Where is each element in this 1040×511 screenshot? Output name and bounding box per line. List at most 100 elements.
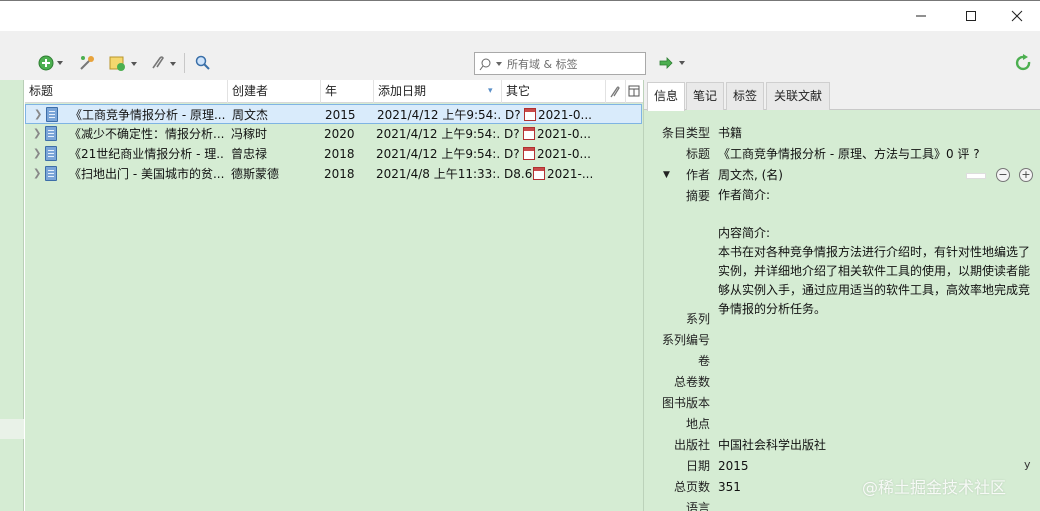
field-value[interactable]: 351 xyxy=(718,477,741,498)
field-edition[interactable]: 图书版本 xyxy=(644,393,1040,414)
row-title: 《工商竞争情报分析 - 原理... xyxy=(70,108,225,122)
column-attachments[interactable] xyxy=(606,80,626,103)
field-value[interactable]: 周文杰, (名) xyxy=(718,165,783,186)
field-place[interactable]: 地点 xyxy=(644,414,1040,435)
abstract-line: 内容简介: xyxy=(718,226,771,240)
field-author: ▼ 作者 周文杰, (名) − + xyxy=(644,165,1040,186)
column-picker-button[interactable] xyxy=(626,80,643,103)
date-format-indicator: y xyxy=(1024,458,1031,471)
field-label: 系列 xyxy=(685,312,710,326)
row-extra-date-text: 2021-0... xyxy=(538,108,592,122)
minimize-icon xyxy=(916,15,926,17)
field-label: 摘要 xyxy=(685,189,710,203)
row-creator: 周文杰 xyxy=(232,108,269,122)
add-by-identifier-icon xyxy=(80,56,94,70)
row-year: 2018 xyxy=(324,167,355,181)
field-value[interactable]: 《工商竞争情报分析 - 原理、方法与工具》0 评 ? xyxy=(718,144,980,165)
add-author-button[interactable]: + xyxy=(1019,168,1033,182)
new-item-icon xyxy=(38,55,63,71)
row-extra-prefix: D8.6 xyxy=(504,167,532,181)
field-label: 标题 xyxy=(685,147,710,161)
field-series[interactable]: 系列 xyxy=(644,309,1040,330)
book-icon xyxy=(45,126,57,141)
field-label: 总卷数 xyxy=(673,375,710,389)
locate-button[interactable] xyxy=(658,53,688,73)
collection-pane[interactable] xyxy=(0,80,24,511)
add-by-identifier-button[interactable] xyxy=(78,53,96,73)
new-note-button[interactable] xyxy=(108,53,138,73)
new-item-button[interactable] xyxy=(38,53,64,73)
field-label: 出版社 xyxy=(673,438,710,452)
field-label: 地点 xyxy=(685,417,710,431)
column-creator[interactable]: 创建者 xyxy=(228,80,321,103)
row-extra-prefix: D? xyxy=(504,147,520,161)
arrow-right-icon xyxy=(659,57,685,69)
book-icon xyxy=(45,166,57,181)
close-button[interactable] xyxy=(994,1,1040,31)
column-date-added-label: 添加日期 xyxy=(378,84,427,98)
watermark: @稀土掘金技术社区 xyxy=(862,478,1007,497)
column-title[interactable]: 标题 xyxy=(25,80,228,103)
author-mode-toggle[interactable] xyxy=(966,173,986,179)
expand-twisty-icon[interactable]: ❯ xyxy=(33,148,41,159)
field-value[interactable]: 2015 xyxy=(718,456,749,477)
field-label: 条目类型 xyxy=(661,126,710,140)
tab-info[interactable]: 信息 xyxy=(647,82,685,111)
close-icon xyxy=(1011,10,1023,22)
tab-tags[interactable]: 标签 xyxy=(726,82,764,110)
table-row[interactable]: ❯ 《减少不确定性：情报分析... 冯稼时 2020 2021/4/12 上午9… xyxy=(25,124,642,144)
search-input[interactable]: 所有域 & 标签 xyxy=(474,52,646,75)
column-extra[interactable]: 其它 xyxy=(502,80,606,103)
expand-twisty-icon[interactable]: ❯ xyxy=(33,128,41,139)
field-num-volumes[interactable]: 总卷数 xyxy=(644,372,1040,393)
field-title: 标题 《工商竞争情报分析 - 原理、方法与工具》0 评 ? xyxy=(644,144,1040,165)
expand-twisty-icon[interactable]: ❯ xyxy=(33,168,41,179)
collection-selected-row[interactable] xyxy=(0,419,24,439)
row-extra-prefix: D? xyxy=(504,127,520,141)
field-language[interactable]: 语言 xyxy=(644,498,1040,511)
row-extra-date: 2021-0... xyxy=(524,105,606,125)
abstract-text[interactable]: 作者简介: 内容简介: 本书在对各种竞争情报方法进行介绍时，有针对性地编选了实例… xyxy=(718,186,1034,319)
field-publisher: 出版社 中国社会科学出版社 xyxy=(644,435,1040,456)
column-year[interactable]: 年 xyxy=(321,80,374,103)
row-extra-date-text: 2021-0... xyxy=(537,147,591,161)
search-placeholder: 所有域 & 标签 xyxy=(507,57,578,71)
table-row[interactable]: ❯ 《工商竞争情报分析 - 原理... 周文杰 2015 2021/4/12 上… xyxy=(25,104,642,124)
column-picker-icon xyxy=(628,85,640,97)
expand-twisty-icon[interactable]: ❯ xyxy=(34,109,42,120)
field-volume[interactable]: 卷 xyxy=(644,351,1040,372)
row-year: 2015 xyxy=(325,108,356,122)
row-extra-date: 2021-0... xyxy=(523,124,605,144)
attachment-button[interactable] xyxy=(148,53,178,73)
tab-notes[interactable]: 笔记 xyxy=(686,82,724,110)
row-extra-date-text: 2021-0... xyxy=(537,127,591,141)
row-title: 《21世纪商业情报分析 - 理... xyxy=(69,147,224,161)
field-item-type: 条目类型 书籍 xyxy=(644,123,1040,144)
table-row[interactable]: ❯ 《扫地出门 - 美国城市的贫... 德斯蒙德 2018 2021/4/8 上… xyxy=(25,164,642,184)
minimize-button[interactable] xyxy=(898,1,944,31)
row-year: 2020 xyxy=(324,127,355,141)
field-label: 语言 xyxy=(685,501,710,511)
new-note-icon xyxy=(109,56,137,71)
field-series-number[interactable]: 系列编号 xyxy=(644,330,1040,351)
detail-tabs: 信息 笔记 标签 关联文献 xyxy=(644,80,1040,111)
column-date-added[interactable]: 添加日期 ▾ xyxy=(374,80,502,103)
field-value[interactable]: 书籍 xyxy=(718,123,742,144)
item-list: 标题 创建者 年 添加日期 ▾ 其它 ❯ 《工商竞争情报分析 - 原理... 周… xyxy=(25,80,643,511)
row-extra-date: 2021-0... xyxy=(523,144,605,164)
advanced-search-button[interactable] xyxy=(194,53,212,73)
remove-author-button[interactable]: − xyxy=(996,168,1010,182)
field-value[interactable]: 中国社会科学出版社 xyxy=(718,435,826,456)
sync-icon xyxy=(1015,54,1031,71)
attachment-icon xyxy=(152,56,176,69)
sync-button[interactable] xyxy=(1015,53,1033,73)
row-extra-date-text: 2021-... xyxy=(547,167,594,181)
row-year: 2018 xyxy=(324,147,355,161)
field-label: 作者 xyxy=(685,168,710,182)
field-label: 图书版本 xyxy=(661,396,710,410)
tab-related[interactable]: 关联文献 xyxy=(766,82,830,110)
title-bar xyxy=(0,0,1040,31)
maximize-button[interactable] xyxy=(948,1,994,31)
table-row[interactable]: ❯ 《21世纪商业情报分析 - 理... 曾忠禄 2018 2021/4/12 … xyxy=(25,144,642,164)
collapse-triangle-icon[interactable]: ▼ xyxy=(663,165,670,186)
